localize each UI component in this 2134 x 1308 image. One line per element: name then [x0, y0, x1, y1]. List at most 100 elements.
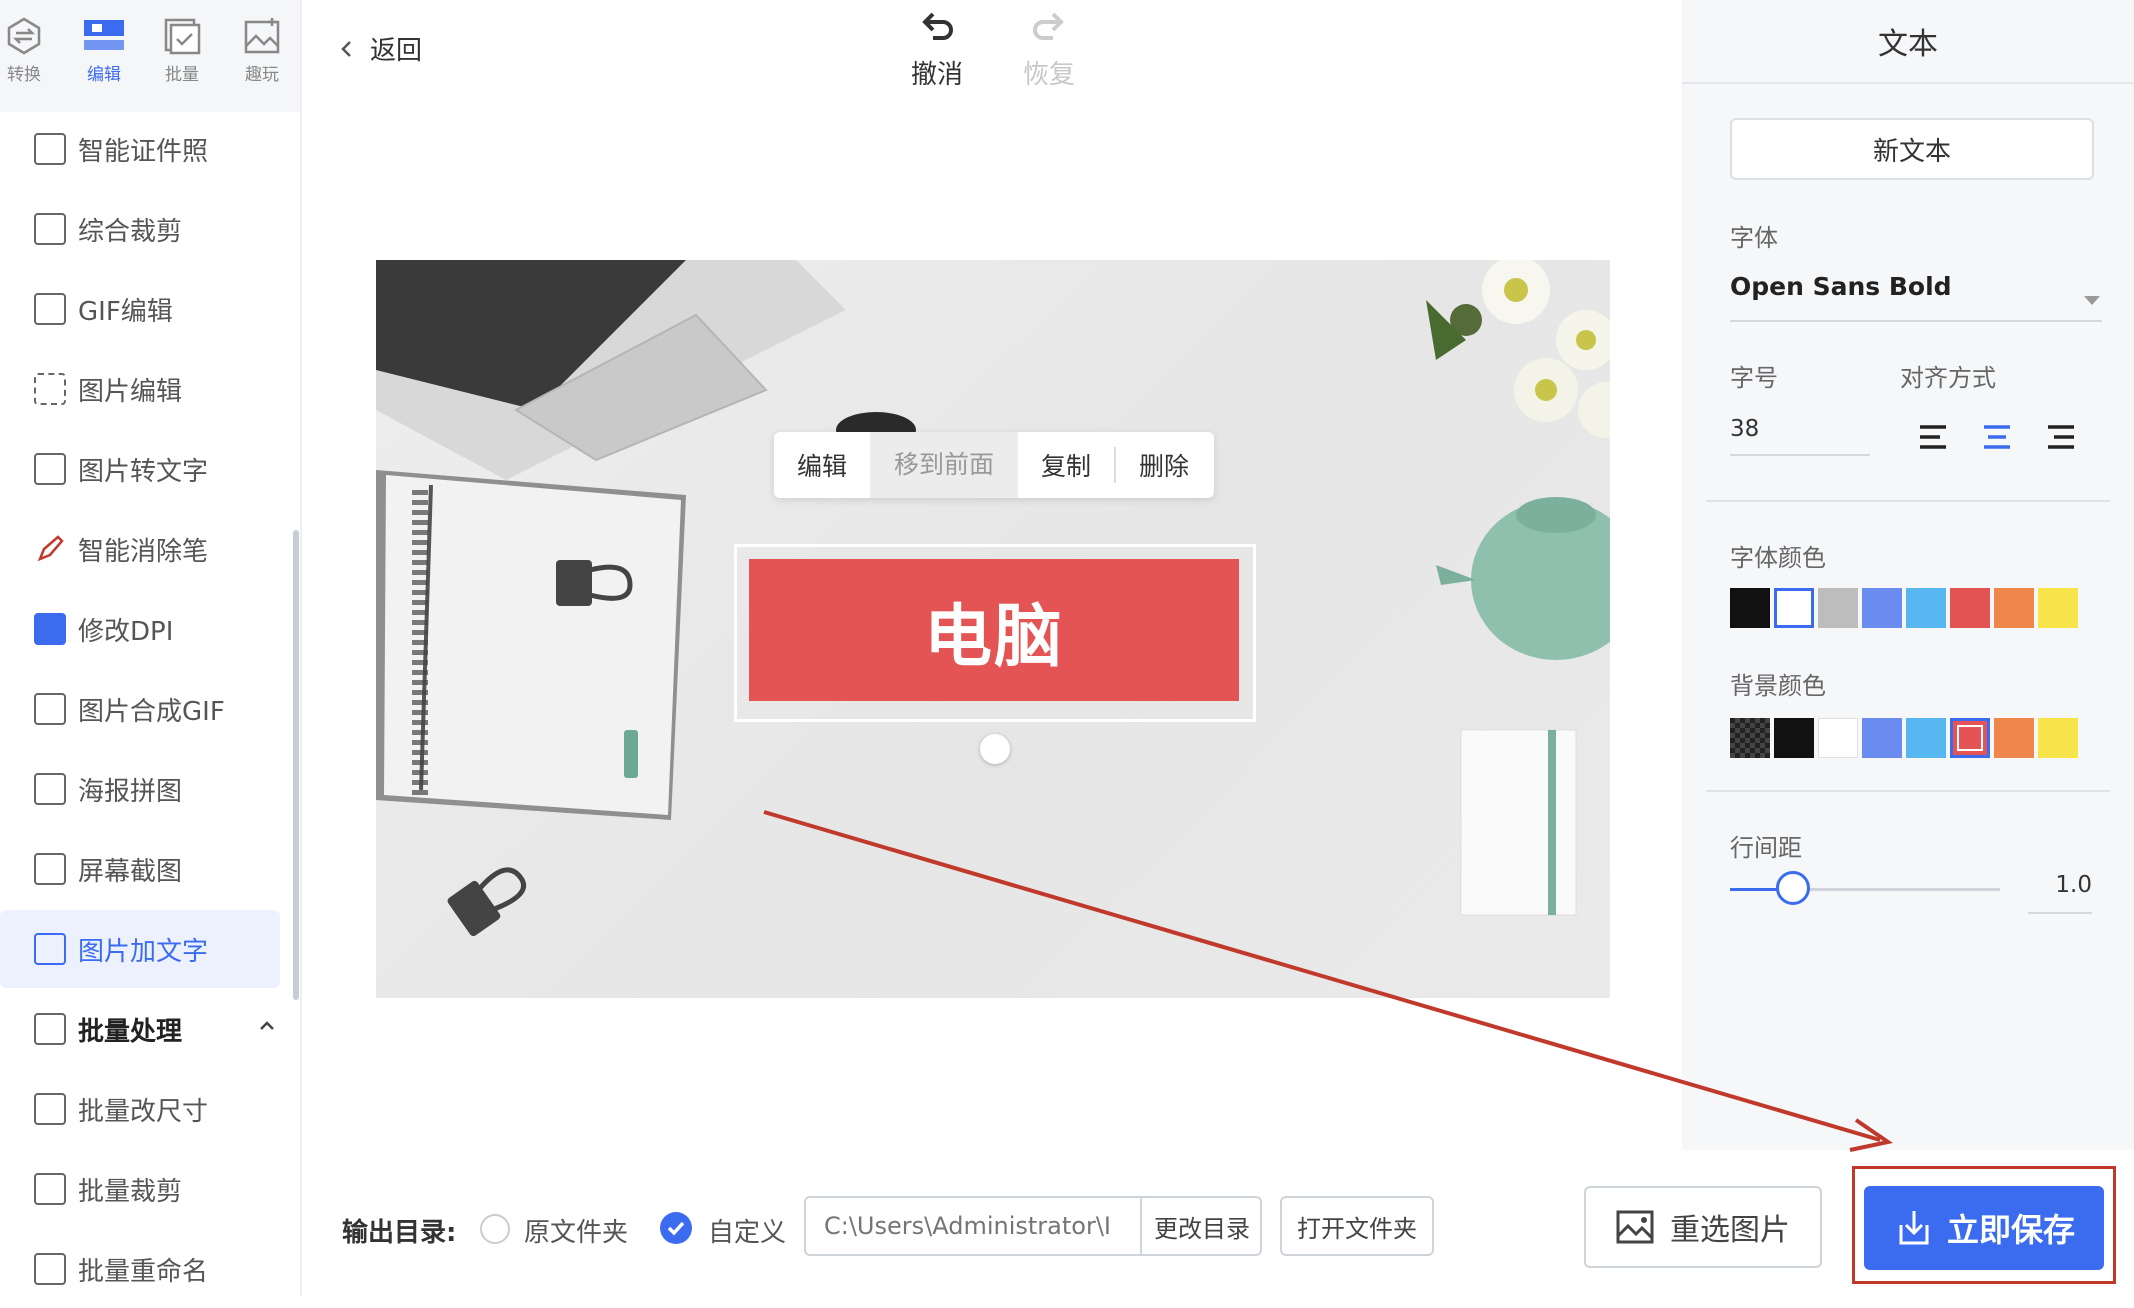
reselect-image-button[interactable]: 重选图片	[1584, 1186, 1822, 1268]
image-icon	[1616, 1210, 1654, 1244]
sidebar-item-label: 海报拼图	[78, 776, 183, 807]
nav-tab-convert[interactable]: 转换	[0, 10, 64, 102]
bg-color-swatch[interactable]	[1818, 718, 1858, 758]
caret-down-icon	[2082, 284, 2102, 313]
sidebar: 转换 编辑 批量 趣玩 智能证件照 综合裁剪 GIF编辑 图片编辑 图片转文字 …	[0, 0, 302, 1296]
nav-tab-edit[interactable]: 编辑	[64, 10, 144, 102]
undo-button[interactable]: 撤消	[882, 8, 992, 91]
align-right-icon	[2048, 425, 2074, 449]
font-color-swatch[interactable]	[1994, 588, 2034, 628]
sidebar-item-label: 图片合成GIF	[78, 696, 225, 727]
nav-tab-label: 编辑	[87, 65, 121, 85]
font-color-swatch[interactable]	[1950, 588, 1990, 628]
line-spacing-value[interactable]: 1.0	[2028, 872, 2092, 914]
nav-tab-label: 趣玩	[245, 65, 279, 85]
sidebar-item-add-text[interactable]: 图片加文字	[0, 910, 280, 988]
nav-tab-fun[interactable]: 趣玩	[222, 10, 302, 102]
radio-custom[interactable]	[660, 1212, 692, 1244]
bg-color-swatch[interactable]	[1994, 718, 2034, 758]
sidebar-item-eraser-pen[interactable]: 智能消除笔	[0, 510, 280, 588]
sidebar-item-batch-rename[interactable]: 批量重命名	[0, 1230, 280, 1308]
sidebar-item-batch-crop[interactable]: 批量裁剪	[0, 1150, 280, 1228]
text-box[interactable]: 电脑	[749, 559, 1239, 701]
output-path-input[interactable]	[806, 1198, 1138, 1254]
font-color-swatch[interactable]	[1818, 588, 1858, 628]
eraser-pen-icon	[34, 533, 66, 565]
save-now-button[interactable]: 立即保存	[1864, 1186, 2104, 1270]
sidebar-item-id-photo[interactable]: 智能证件照	[0, 110, 280, 188]
check-icon	[667, 1221, 685, 1236]
poster-collage-icon	[34, 773, 66, 805]
image-canvas[interactable]: 编辑 移到前面 复制 删除 电脑	[376, 260, 1610, 998]
open-folder-button[interactable]: 打开文件夹	[1280, 1196, 1434, 1256]
size-input[interactable]: 38	[1730, 416, 1870, 456]
radio-original-folder[interactable]	[480, 1214, 510, 1244]
sidebar-item-label: 图片编辑	[78, 376, 183, 407]
font-color-swatch[interactable]	[1730, 588, 1770, 628]
align-left-button[interactable]	[1918, 424, 1948, 454]
sidebar-item-label: GIF编辑	[78, 296, 173, 327]
bg-color-swatch[interactable]	[1906, 718, 1946, 758]
id-photo-icon	[34, 133, 66, 165]
sidebar-item-label: 屏幕截图	[78, 856, 183, 887]
bg-color-swatch[interactable]	[1730, 718, 1770, 758]
bg-color-swatch[interactable]	[1950, 718, 1990, 758]
sidebar-item-label: 图片转文字	[78, 456, 209, 487]
bg-color-swatch[interactable]	[2038, 718, 2078, 758]
new-text-button[interactable]: 新文本	[1730, 118, 2094, 180]
sidebar-item-label: 智能消除笔	[78, 536, 209, 567]
sidebar-group-batch-process[interactable]: 批量处理	[0, 990, 280, 1068]
sidebar-item-poster-collage[interactable]: 海报拼图	[0, 750, 280, 828]
redo-button[interactable]: 恢复	[994, 8, 1104, 91]
font-color-swatch[interactable]	[1774, 588, 1814, 628]
align-center-icon	[1984, 425, 2010, 449]
context-menu-edit[interactable]: 编辑	[774, 447, 870, 483]
undo-icon	[922, 12, 953, 40]
sidebar-item-label: 图片加文字	[78, 936, 209, 967]
sidebar-item-screenshot[interactable]: 屏幕截图	[0, 830, 280, 908]
bg-color-swatch[interactable]	[1862, 718, 1902, 758]
rotate-handle[interactable]	[980, 734, 1010, 764]
dpi-icon	[34, 613, 66, 645]
sidebar-item-label: 智能证件照	[78, 136, 209, 167]
sidebar-item-gif-edit[interactable]: GIF编辑	[0, 270, 280, 348]
align-left-icon	[1920, 425, 1946, 449]
chevron-up-icon[interactable]	[258, 1012, 276, 1042]
sidebar-item-ocr[interactable]: 图片转文字	[0, 430, 280, 508]
sidebar-scrollbar[interactable]	[293, 530, 299, 1000]
text-box-selection[interactable]: 电脑	[734, 544, 1256, 722]
context-menu: 编辑 移到前面 复制 删除	[774, 432, 1214, 498]
font-color-swatch[interactable]	[1862, 588, 1902, 628]
font-color-swatch[interactable]	[1906, 588, 1946, 628]
sidebar-item-batch-resize[interactable]: 批量改尺寸	[0, 1070, 280, 1148]
font-color-swatches	[1730, 588, 2094, 628]
download-icon	[1899, 1211, 1929, 1245]
context-menu-copy[interactable]: 复制	[1018, 447, 1116, 483]
sidebar-item-crop[interactable]: 综合裁剪	[0, 190, 280, 268]
redo-icon	[1033, 12, 1064, 40]
align-center-button[interactable]	[1982, 424, 2012, 454]
sidebar-item-dpi[interactable]: 修改DPI	[0, 590, 280, 668]
panel-title: 文本	[1682, 0, 2134, 84]
batch-crop-icon	[34, 1173, 66, 1205]
ocr-icon	[34, 453, 66, 485]
batch-icon	[164, 18, 201, 55]
divider	[1706, 790, 2110, 792]
font-select[interactable]: Open Sans Bold	[1730, 272, 2102, 322]
context-menu-delete[interactable]: 删除	[1116, 447, 1212, 483]
back-button[interactable]: 返回	[336, 30, 422, 67]
output-dir-label: 输出目录:	[342, 1218, 457, 1248]
bg-color-swatch[interactable]	[1774, 718, 1814, 758]
slider-thumb[interactable]	[1776, 871, 1810, 905]
font-color-swatch[interactable]	[2038, 588, 2078, 628]
change-dir-button[interactable]: 更改目录	[1140, 1198, 1262, 1254]
sidebar-item-image-edit[interactable]: 图片编辑	[0, 350, 280, 428]
align-right-button[interactable]	[2046, 424, 2076, 454]
add-text-icon	[34, 933, 66, 965]
nav-tab-batch[interactable]: 批量	[142, 10, 222, 102]
font-value: Open Sans Bold	[1730, 272, 1952, 301]
context-menu-bring-front[interactable]: 移到前面	[870, 432, 1018, 498]
sidebar-item-gif-compose[interactable]: 图片合成GIF	[0, 670, 280, 748]
line-spacing-slider[interactable]	[1730, 871, 2000, 905]
back-label: 返回	[370, 36, 423, 66]
